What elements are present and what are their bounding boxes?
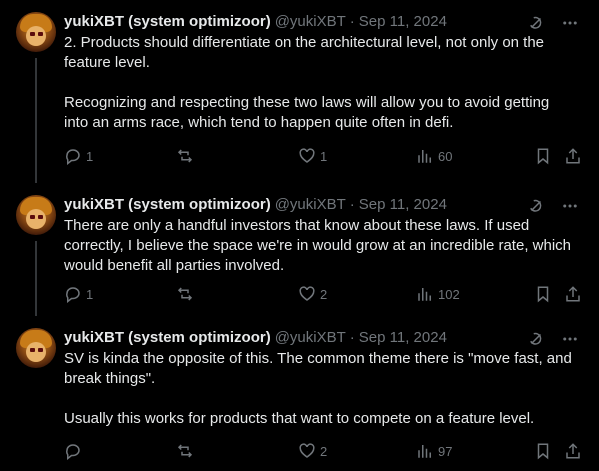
action-bar: 1 1 60 <box>64 146 583 166</box>
share-button[interactable] <box>564 285 582 303</box>
like-button[interactable]: 1 <box>298 147 327 165</box>
more-icon[interactable] <box>561 14 579 32</box>
share-icon <box>564 442 582 460</box>
bookmark-icon <box>534 285 552 303</box>
like-button[interactable]: 2 <box>298 285 327 303</box>
tweet-text: There are only a handful investors that … <box>64 217 576 274</box>
author-name[interactable]: yukiXBT (system optimizoor) <box>64 196 271 213</box>
retweet-icon <box>176 147 194 165</box>
tweet[interactable]: yukiXBT (system optimizoor) @yukiXBT · S… <box>0 183 599 313</box>
views-button[interactable]: 60 <box>416 147 452 165</box>
like-button[interactable]: 2 <box>298 442 327 460</box>
views-count: 60 <box>438 148 453 164</box>
views-button[interactable]: 97 <box>416 442 452 460</box>
retweet-button[interactable] <box>176 442 198 460</box>
bookmark-icon <box>534 442 552 460</box>
separator: · <box>349 195 355 213</box>
author-handle[interactable]: @yukiXBT <box>275 196 346 213</box>
views-icon <box>416 285 434 303</box>
avatar[interactable] <box>16 328 56 368</box>
bookmark-button[interactable] <box>534 147 552 165</box>
views-icon <box>416 442 434 460</box>
views-icon <box>416 147 434 165</box>
share-button[interactable] <box>564 442 582 460</box>
tweet-header: yukiXBT (system optimizoor) @yukiXBT · S… <box>64 326 587 348</box>
separator: · <box>349 12 355 30</box>
tweet-date[interactable]: Sep 11, 2024 <box>359 13 447 30</box>
share-icon <box>564 147 582 165</box>
reply-icon <box>64 442 82 460</box>
reply-icon <box>64 285 82 303</box>
more-icon[interactable] <box>561 330 579 348</box>
bookmark-icon <box>534 147 552 165</box>
reply-button[interactable] <box>64 442 86 460</box>
like-count: 2 <box>320 443 328 459</box>
grok-icon[interactable] <box>527 330 545 348</box>
author-name[interactable]: yukiXBT (system optimizoor) <box>64 329 271 346</box>
author-handle[interactable]: @yukiXBT <box>275 13 346 30</box>
reply-count: 1 <box>86 148 94 164</box>
tweet-date[interactable]: Sep 11, 2024 <box>359 196 447 213</box>
grok-icon[interactable] <box>527 197 545 215</box>
reply-count: 1 <box>86 286 94 302</box>
reply-button[interactable]: 1 <box>64 285 93 303</box>
bookmark-button[interactable] <box>534 442 552 460</box>
tweet-header: yukiXBT (system optimizoor) @yukiXBT · S… <box>64 193 587 215</box>
retweet-icon <box>176 285 194 303</box>
grok-icon[interactable] <box>527 14 545 32</box>
share-icon <box>564 285 582 303</box>
views-count: 97 <box>438 443 453 459</box>
views-count: 102 <box>438 286 460 302</box>
tweet-header: yukiXBT (system optimizoor) @yukiXBT · S… <box>64 10 587 32</box>
like-icon <box>298 285 316 303</box>
retweet-icon <box>176 442 194 460</box>
retweet-button[interactable] <box>176 147 198 165</box>
author-handle[interactable]: @yukiXBT <box>275 329 346 346</box>
avatar[interactable] <box>16 195 56 235</box>
tweet-text: SV is kinda the opposite of this. The co… <box>64 350 572 427</box>
tweet[interactable]: yukiXBT (system optimizoor) @yukiXBT · S… <box>0 316 599 471</box>
action-bar: 1 2 102 <box>64 284 583 304</box>
bookmark-button[interactable] <box>534 285 552 303</box>
like-count: 2 <box>320 286 328 302</box>
tweet-date[interactable]: Sep 11, 2024 <box>359 329 447 346</box>
reply-button[interactable]: 1 <box>64 147 93 165</box>
like-icon <box>298 442 316 460</box>
like-count: 1 <box>320 148 328 164</box>
views-button[interactable]: 102 <box>416 285 460 303</box>
like-icon <box>298 147 316 165</box>
separator: · <box>349 328 355 346</box>
reply-icon <box>64 147 82 165</box>
tweet[interactable]: yukiXBT (system optimizoor) @yukiXBT · S… <box>0 0 599 171</box>
more-icon[interactable] <box>561 197 579 215</box>
author-name[interactable]: yukiXBT (system optimizoor) <box>64 13 271 30</box>
retweet-button[interactable] <box>176 285 198 303</box>
tweet-text: 2. Products should differentiate on the … <box>64 34 550 131</box>
share-button[interactable] <box>564 147 582 165</box>
avatar[interactable] <box>16 12 56 52</box>
action-bar: 2 97 <box>64 441 583 461</box>
